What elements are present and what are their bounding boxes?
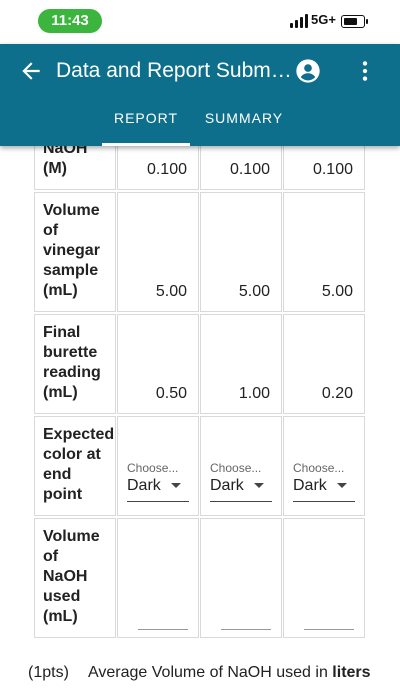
tab-summary[interactable]: SUMMARY: [198, 102, 290, 146]
status-bar: 11:43 5G+: [0, 0, 400, 44]
status-time: 11:43: [38, 9, 102, 33]
table-cell[interactable]: 0.100: [200, 146, 282, 190]
dropdown-arrow-icon: [337, 483, 347, 488]
dropdown-arrow-icon: [254, 483, 264, 488]
table-cell[interactable]: 0.50: [117, 314, 199, 414]
row-label-text: Volume of vinegar sample (mL): [43, 202, 100, 299]
row-label-naoh-molarity: NaOH (M): [34, 146, 116, 190]
row-label-text: Expected color at end point: [43, 426, 115, 503]
table-cell: [117, 518, 199, 638]
row-label-final-burette: Final burette reading (mL): [34, 314, 116, 414]
question-text: Average Volume of NaOH used in liters: [88, 664, 371, 681]
table-cell[interactable]: 1.00: [200, 314, 282, 414]
naoh-volume-input[interactable]: [138, 629, 188, 630]
row-label-naoh-volume: Volume of NaOH used (mL): [34, 518, 116, 638]
back-arrow-icon[interactable]: [18, 58, 44, 84]
table-cell[interactable]: 0.20: [283, 314, 365, 414]
table-cell: Choose... Dark: [117, 416, 199, 516]
color-select[interactable]: Choose... Dark: [127, 461, 189, 502]
network-type: 5G+: [311, 12, 336, 27]
table-cell: Choose... Dark: [200, 416, 282, 516]
color-select[interactable]: Choose... Dark: [210, 461, 272, 502]
row-label-vinegar-volume: Volume of vinegar sample (mL): [34, 192, 116, 312]
table-cell: [283, 518, 365, 638]
row-label-text: Volume of NaOH used (mL): [43, 528, 100, 625]
table-cell: Choose... Dark: [283, 416, 365, 516]
app-bar: Data and Report Subm… REPORT SUMMARY: [0, 44, 400, 146]
row-label-text: Final burette reading (mL): [43, 324, 101, 401]
data-table: NaOH (M) 0.100 0.100 0.100 Volume of vin…: [0, 146, 400, 646]
dropdown-arrow-icon: [171, 483, 181, 488]
naoh-volume-input[interactable]: [304, 629, 354, 630]
tab-report[interactable]: REPORT: [102, 102, 190, 146]
row-label-text: NaOH (M): [43, 146, 88, 177]
table-cell[interactable]: 0.100: [117, 146, 199, 190]
table-cell[interactable]: 5.00: [117, 192, 199, 312]
table-cell[interactable]: 0.100: [283, 146, 365, 190]
question-points: (1pts): [28, 664, 69, 681]
battery-icon: [341, 15, 368, 28]
active-tab-indicator: [102, 143, 190, 146]
page-title: Data and Report Subm…: [56, 59, 292, 82]
more-vert-icon[interactable]: [352, 57, 378, 85]
naoh-volume-input[interactable]: [221, 629, 271, 630]
table-cell: [200, 518, 282, 638]
table-cell[interactable]: 5.00: [200, 192, 282, 312]
table-cell[interactable]: 5.00: [283, 192, 365, 312]
row-label-expected-color: Expected color at end point: [34, 416, 116, 516]
signal-icon: [290, 14, 310, 28]
account-circle-icon[interactable]: [294, 57, 322, 85]
color-select[interactable]: Choose... Dark: [293, 461, 355, 502]
